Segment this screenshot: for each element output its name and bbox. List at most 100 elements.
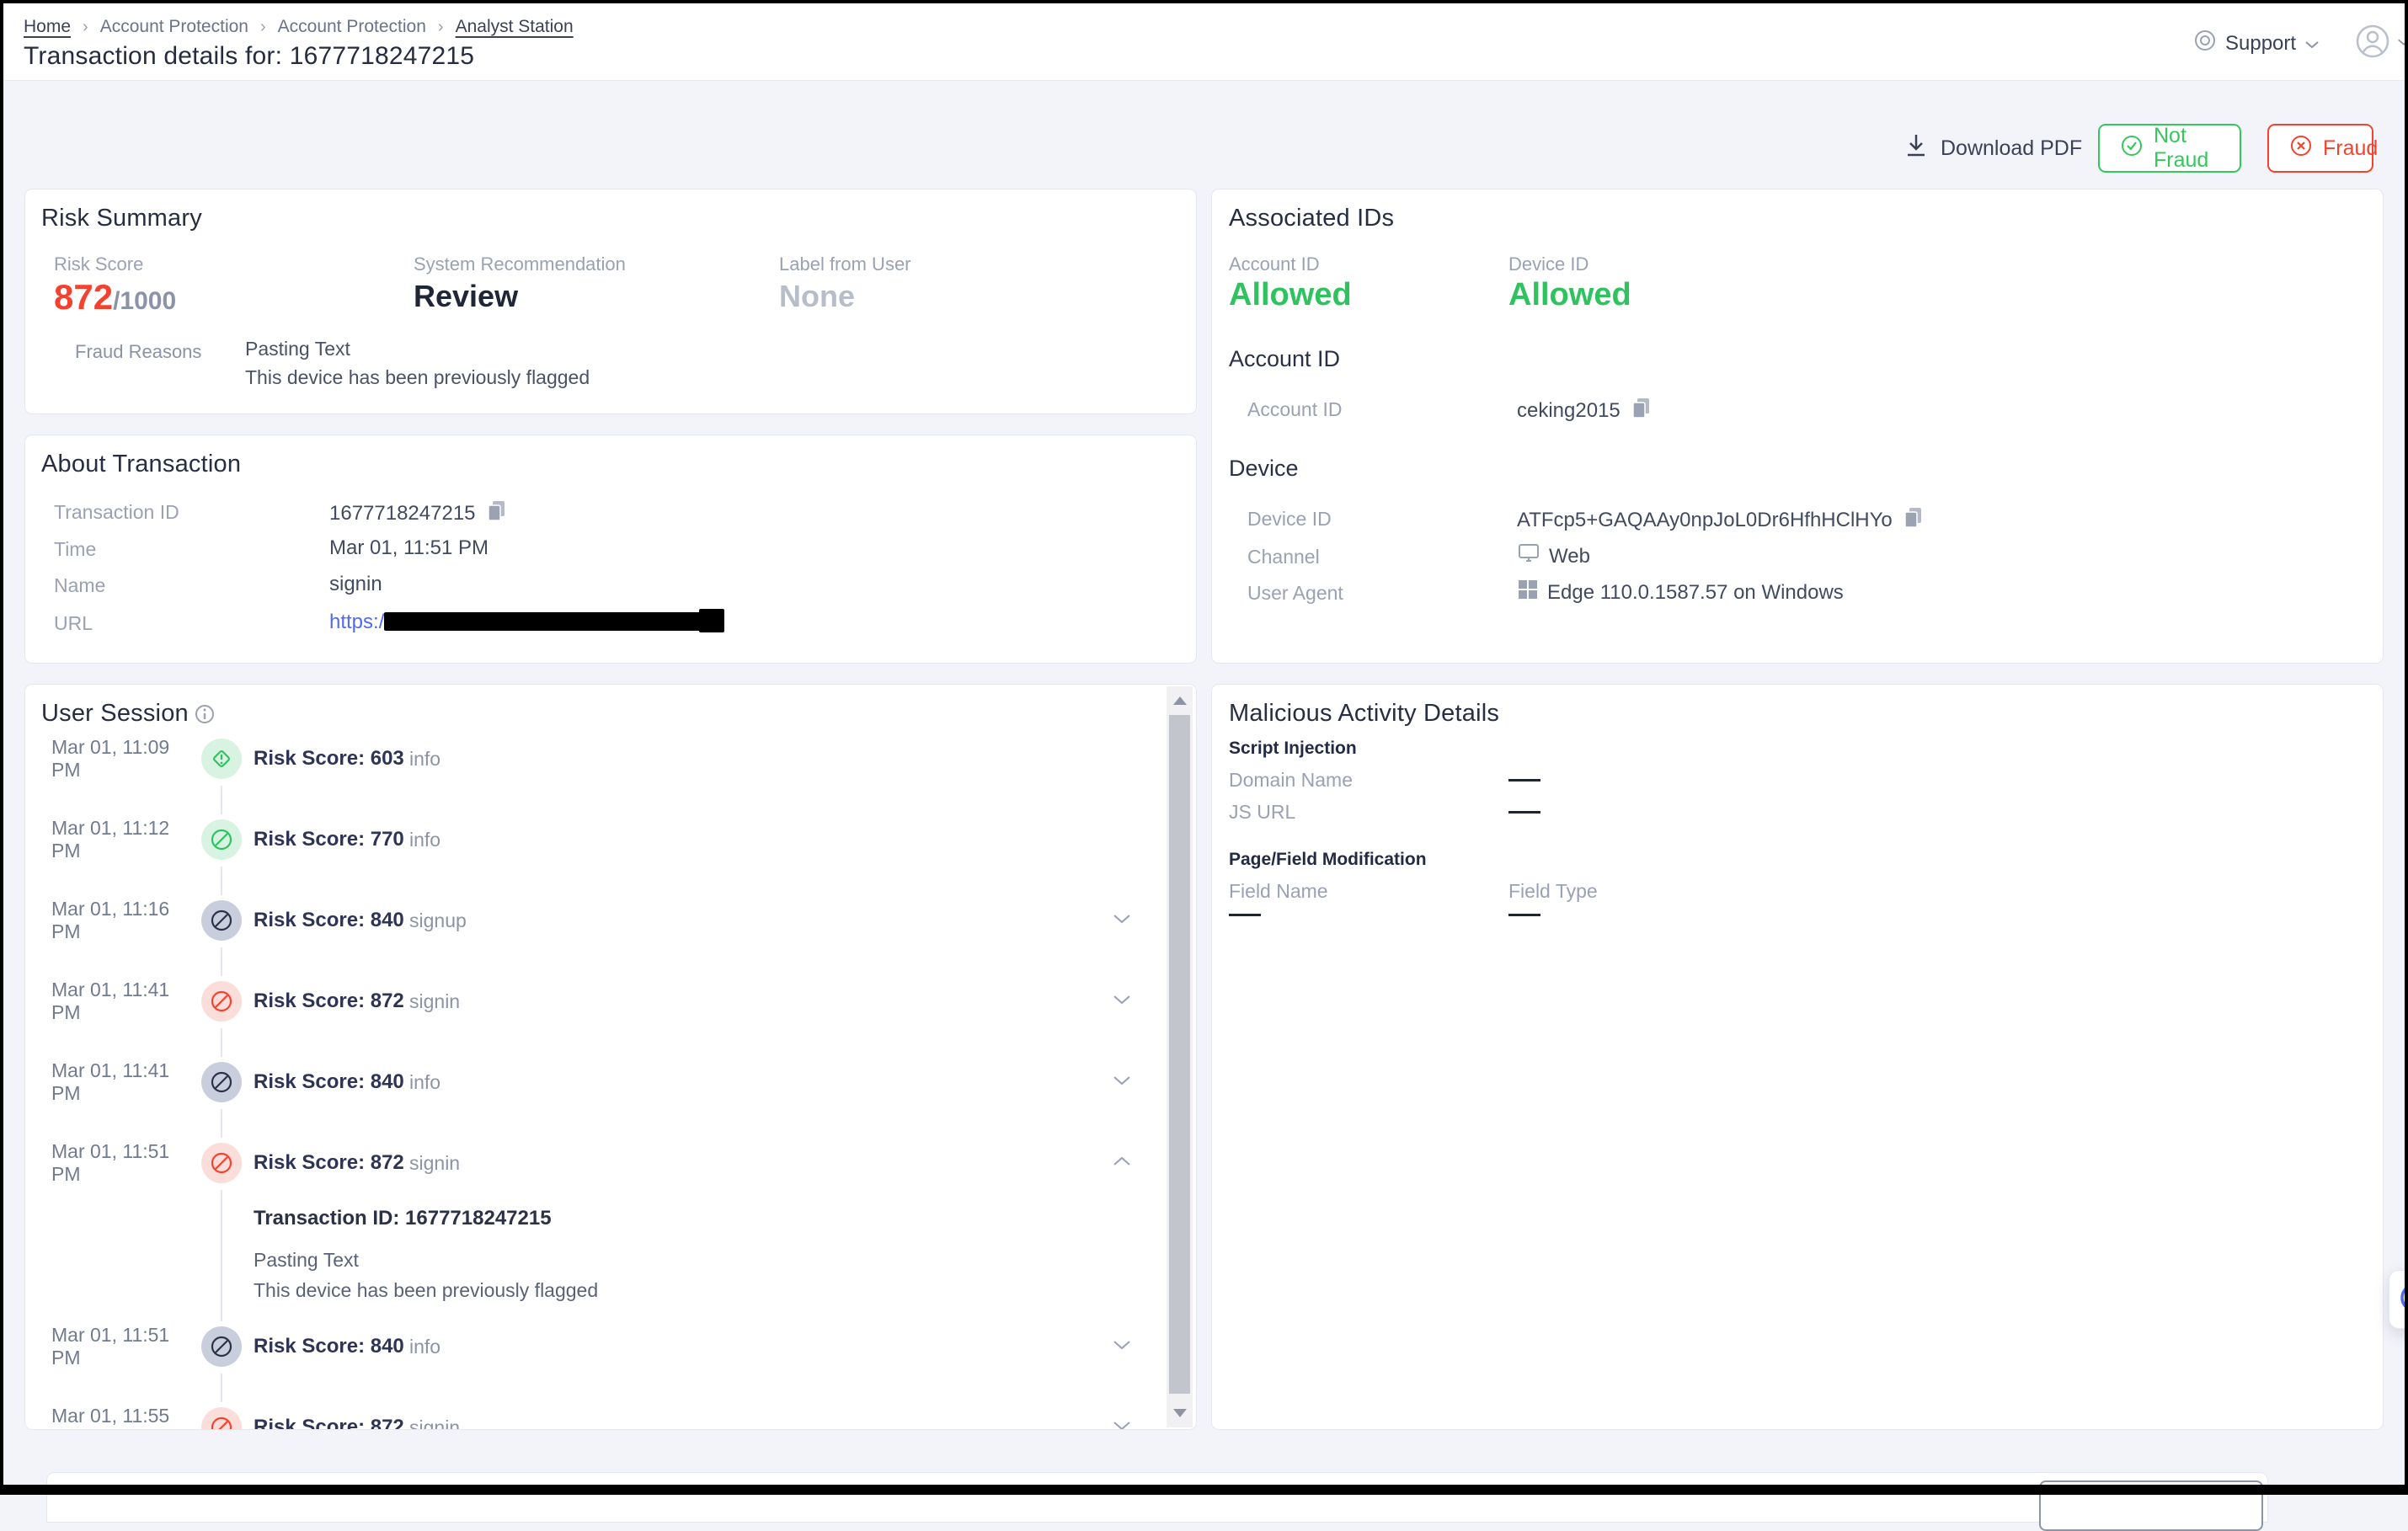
download-pdf-label: Download PDF [1941, 136, 2082, 161]
associated-ids-title: Associated IDs [1229, 205, 1394, 232]
fraud-reason-1: Pasting Text [245, 338, 350, 360]
x-circle-icon [2289, 134, 2313, 163]
event-time: Mar 01, 11:51 PM [51, 1140, 203, 1186]
transaction-id-value: 1677718247215 [329, 499, 508, 529]
breadcrumb-account-protection-2[interactable]: Account Protection [278, 17, 426, 37]
chevron-down-icon[interactable] [1112, 1075, 1132, 1091]
block-circle-icon [201, 1143, 242, 1183]
time-label: Time [54, 538, 96, 561]
name-label: Name [54, 574, 105, 597]
download-pdf-button[interactable]: Download PDF [1905, 133, 2082, 164]
user-session-card: User Session Mar 01, 11:09 PM Risk Score… [24, 684, 1197, 1430]
download-icon [1905, 133, 1927, 164]
event-time: Mar 01, 11:09 PM [51, 736, 203, 782]
scrollbar-up-arrow[interactable] [1173, 696, 1187, 705]
field-name-empty-value [1229, 914, 1261, 916]
field-type-label: Field Type [1508, 880, 1598, 903]
bottom-panel [46, 1472, 2268, 1523]
event-risk-score: Risk Score: 840 [254, 909, 404, 932]
channel-text: Web [1549, 545, 1590, 568]
fraud-button[interactable]: Fraud [2267, 124, 2373, 173]
windows-icon [1517, 579, 1539, 606]
risk-score-number: 872 [54, 277, 113, 317]
system-recommendation-label: System Recommendation [414, 253, 626, 275]
breadcrumb-analyst-station[interactable]: Analyst Station [456, 17, 574, 37]
assoc-device-id-status: Allowed [1508, 277, 1631, 313]
event-action: info [409, 1071, 440, 1094]
session-event-row[interactable]: Mar 01, 11:51 PM Risk Score: 840 info [25, 1321, 1145, 1372]
scrollbar-track[interactable] [1167, 686, 1193, 1427]
chevron-up-icon[interactable] [1112, 1155, 1132, 1171]
info-circle-icon[interactable] [194, 703, 216, 729]
event-risk-score: Risk Score: 872 [254, 1151, 404, 1175]
chevron-down-icon[interactable] [1112, 1339, 1132, 1355]
chevron-down-icon [2397, 36, 2408, 51]
event-action: signin [409, 1152, 460, 1175]
chevron-down-icon[interactable] [1112, 913, 1132, 929]
breadcrumb-separator: › [260, 18, 266, 37]
timeline-connector [221, 1028, 222, 1057]
timeline-connector [221, 1374, 222, 1402]
support-menu[interactable]: Support [2193, 29, 2320, 58]
block-circle-icon [201, 1062, 242, 1102]
breadcrumb-home[interactable]: Home [24, 17, 71, 37]
event-risk-score: Risk Score: 840 [254, 1335, 404, 1358]
lifebuoy-icon [2193, 29, 2217, 58]
label-from-user-label: Label from User [779, 253, 911, 275]
session-event-row[interactable]: Mar 01, 11:55 PM Risk Score: 872 signin [25, 1402, 1145, 1430]
event-time: Mar 01, 11:16 PM [51, 898, 203, 943]
timeline-connector [221, 1109, 222, 1138]
risk-summary-title: Risk Summary [41, 205, 202, 232]
domain-name-label: Domain Name [1229, 769, 1353, 792]
time-value: Mar 01, 11:51 PM [329, 536, 489, 560]
page-field-modification-title: Page/Field Modification [1229, 850, 1427, 870]
event-time: Mar 01, 11:51 PM [51, 1324, 203, 1369]
copy-icon[interactable] [1631, 397, 1652, 426]
url-redaction-bar [384, 612, 708, 631]
not-fraud-button[interactable]: Not Fraud [2098, 124, 2241, 173]
help-circle-icon [2398, 1281, 2408, 1319]
event-risk-score: Risk Score: 840 [254, 1070, 404, 1094]
session-event-row-expanded[interactable]: Mar 01, 11:51 PM Risk Score: 872 signin [25, 1138, 1145, 1188]
field-type-empty-value [1508, 914, 1540, 916]
chevron-down-icon[interactable] [1112, 994, 1132, 1010]
url-value[interactable]: https:// [329, 611, 390, 634]
copy-icon[interactable] [1903, 506, 1925, 536]
event-action: info [409, 1336, 440, 1358]
fraud-label: Fraud [2323, 136, 2378, 161]
scrollbar-thumb[interactable] [1169, 715, 1190, 1394]
bottom-panel-button[interactable] [2039, 1480, 2263, 1531]
account-id-row-value: ceking2015 [1517, 397, 1652, 426]
user-menu[interactable] [2355, 24, 2408, 63]
malicious-activity-title: Malicious Activity Details [1229, 700, 1499, 728]
event-risk-score: Risk Score: 872 [254, 990, 404, 1013]
check-circle-icon [2120, 134, 2144, 163]
user-agent-text: Edge 110.0.1587.57 on Windows [1547, 581, 1844, 605]
url-label: URL [54, 612, 93, 635]
chevron-down-icon[interactable] [1112, 1420, 1132, 1431]
event-action: signin [409, 1416, 460, 1431]
assoc-account-id-label: Account ID [1229, 253, 1320, 275]
event-action: info [409, 748, 440, 771]
scrollbar-down-arrow[interactable] [1173, 1409, 1187, 1417]
session-event-row[interactable]: Mar 01, 11:41 PM Risk Score: 872 signin [25, 976, 1145, 1027]
device-id-value: ATFcp5+GAQAAy0npJoL0Dr6HfhHClHYo [1517, 506, 1925, 536]
copy-icon[interactable] [486, 499, 508, 529]
fraud-reasons-label: Fraud Reasons [75, 341, 201, 363]
malicious-activity-card: Malicious Activity Details Script Inject… [1211, 684, 2384, 1430]
risk-score-value: 872/1000 [54, 277, 176, 317]
user-session-title: User Session [41, 700, 189, 728]
event-action: signup [409, 910, 467, 932]
event-time: Mar 01, 11:41 PM [51, 979, 203, 1024]
fraud-reason-2: This device has been previously flagged [245, 366, 590, 389]
session-event-row[interactable]: Mar 01, 11:16 PM Risk Score: 840 signup [25, 895, 1145, 946]
floating-help-button[interactable] [2389, 1270, 2408, 1329]
event-time: Mar 01, 11:41 PM [51, 1059, 203, 1105]
chevron-down-icon [2304, 32, 2320, 56]
breadcrumb-account-protection[interactable]: Account Protection [100, 17, 248, 37]
session-event-row[interactable]: Mar 01, 11:41 PM Risk Score: 840 info [25, 1057, 1145, 1107]
event-time: Mar 01, 11:12 PM [51, 817, 203, 862]
label-from-user-value: None [779, 279, 855, 314]
associated-ids-card: Associated IDs Account ID Allowed Device… [1211, 189, 2384, 664]
timeline-connector [221, 947, 222, 976]
